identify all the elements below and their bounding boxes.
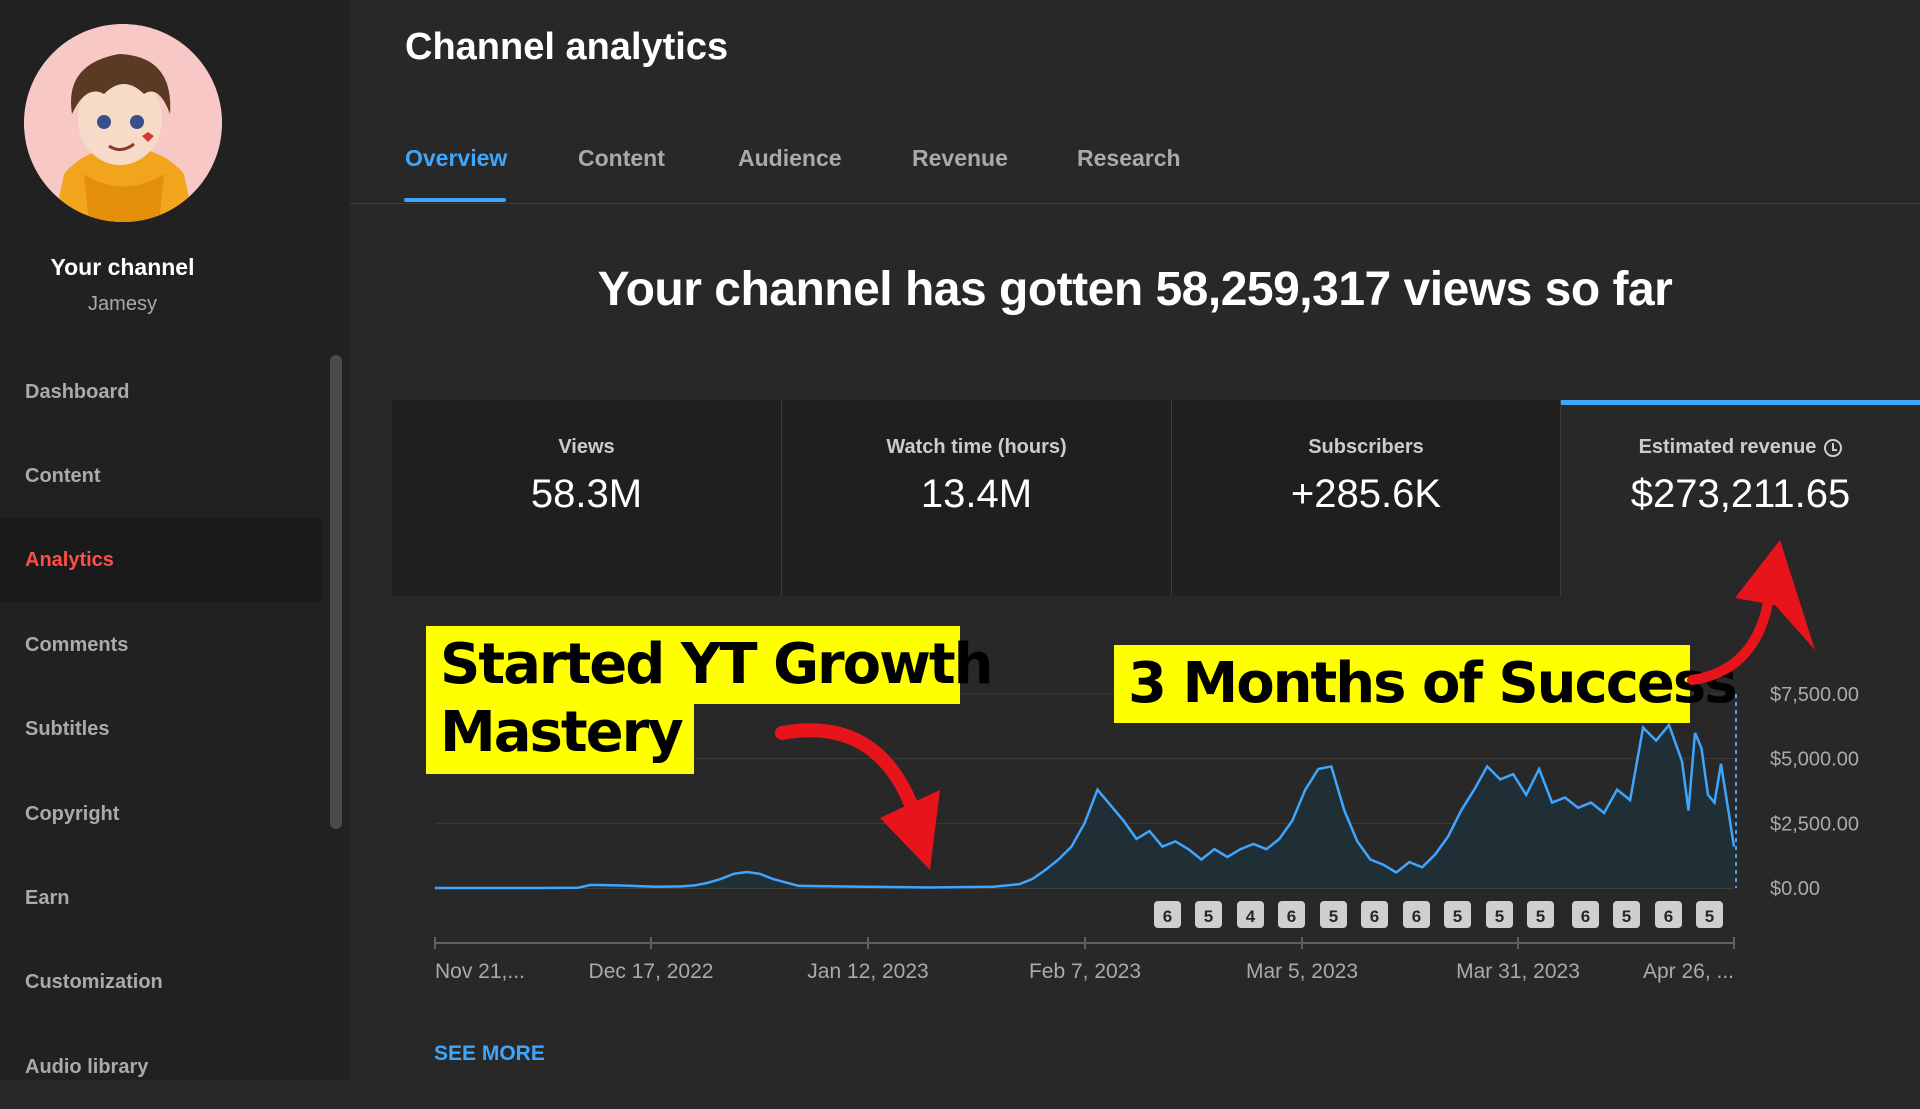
- page-title: Channel analytics: [405, 26, 729, 68]
- annotation-text: Started YT Growth: [440, 632, 994, 697]
- annotation-box: Mastery: [426, 700, 694, 774]
- annotation-text: 3 Months of Success: [1128, 651, 1738, 716]
- tab-research[interactable]: Research: [1077, 145, 1181, 172]
- y-tick-label: $7,500.00: [1770, 684, 1859, 706]
- metric-label: Views: [558, 436, 615, 458]
- annotation-marker-label: 5: [1705, 907, 1714, 926]
- annotation-box: Started YT Growth: [426, 626, 994, 704]
- sidebar-item-dashboard[interactable]: Dashboard: [0, 350, 322, 434]
- header-divider: [350, 203, 1920, 204]
- y-tick-label: $0.00: [1770, 878, 1820, 900]
- channel-avatar[interactable]: [24, 24, 222, 222]
- annotation-marker-label: 6: [1370, 907, 1379, 926]
- sidebar-item-customization[interactable]: Customization: [0, 940, 322, 1024]
- x-tick-label: Mar 31, 2023: [1456, 960, 1580, 983]
- annotation-marker-label: 6: [1581, 907, 1590, 926]
- sidebar-item-copyright[interactable]: Copyright: [0, 772, 322, 856]
- see-more-link[interactable]: SEE MORE: [434, 1042, 545, 1066]
- metric-label: Watch time (hours): [886, 436, 1067, 458]
- annotation-box: 3 Months of Success: [1114, 645, 1738, 723]
- metric-card-views[interactable]: Views 58.3M: [392, 400, 782, 596]
- channel-title: Your channel: [50, 254, 195, 280]
- annotation-marker-label: 6: [1412, 907, 1421, 926]
- avatar-illustration: [24, 24, 222, 222]
- sidebar-item-audio-library[interactable]: Audio library: [0, 1025, 322, 1109]
- y-tick-label: $2,500.00: [1770, 813, 1859, 835]
- channel-name: Jamesy: [88, 293, 157, 315]
- x-tick-label: Apr 26, ...: [1643, 960, 1734, 983]
- annotation-marker-label: 6: [1163, 907, 1172, 926]
- selected-card-indicator: [1561, 400, 1920, 405]
- metric-label: Subscribers: [1308, 436, 1424, 458]
- sidebar-scrollbar[interactable]: [330, 355, 342, 829]
- metric-card-watch-time[interactable]: Watch time (hours) 13.4M: [782, 400, 1172, 596]
- metric-value: 13.4M: [920, 472, 1033, 516]
- sidebar: Your channel Jamesy Dashboard Content An…: [0, 0, 350, 1080]
- x-tick-label: Feb 7, 2023: [1029, 960, 1141, 983]
- tab-content[interactable]: Content: [578, 145, 665, 172]
- sidebar-item-earn[interactable]: Earn: [0, 856, 322, 940]
- sidebar-item-analytics[interactable]: Analytics: [0, 518, 322, 602]
- metric-label-text: Estimated revenue: [1638, 436, 1817, 458]
- x-tick-label: Dec 17, 2022: [589, 960, 714, 983]
- x-tick-label: Nov 21,...: [435, 960, 525, 983]
- annotation-text: Mastery: [440, 700, 684, 765]
- metric-value: +285.6K: [1290, 472, 1442, 516]
- metric-label: Estimated revenue: [1561, 436, 1920, 459]
- annotation-marker-label: 5: [1536, 907, 1545, 926]
- annotation-marker-label: 4: [1246, 907, 1256, 926]
- annotation-marker-label: 5: [1204, 907, 1213, 926]
- x-tick-label: Jan 12, 2023: [807, 960, 928, 983]
- clock-icon[interactable]: [1824, 438, 1843, 457]
- y-tick-label: $5,000.00: [1770, 749, 1859, 771]
- sidebar-item-subtitles[interactable]: Subtitles: [0, 687, 322, 771]
- annotation-marker-label: 5: [1622, 907, 1631, 926]
- annotation-marker-label: 5: [1453, 907, 1462, 926]
- tab-overview[interactable]: Overview: [405, 145, 507, 172]
- sidebar-item-comments[interactable]: Comments: [0, 603, 322, 687]
- metric-card-estimated-revenue[interactable]: Estimated revenue $273,211.65: [1561, 400, 1920, 596]
- active-tab-indicator: [404, 198, 506, 202]
- views-headline: Your channel has gotten 58,259,317 views…: [597, 263, 1673, 316]
- tab-revenue[interactable]: Revenue: [912, 145, 1008, 172]
- metric-card-subscribers[interactable]: Subscribers +285.6K: [1172, 400, 1561, 596]
- tab-audience[interactable]: Audience: [738, 145, 842, 172]
- x-tick-label: Mar 5, 2023: [1246, 960, 1358, 983]
- annotation-marker-label: 5: [1495, 907, 1504, 926]
- annotation-marker-label: 6: [1287, 907, 1296, 926]
- annotation-marker-label: 6: [1664, 907, 1673, 926]
- metric-value: 58.3M: [530, 472, 643, 516]
- annotation-marker-label: 5: [1329, 907, 1338, 926]
- sidebar-item-content[interactable]: Content: [0, 434, 322, 518]
- metric-value: $273,211.65: [1630, 472, 1851, 516]
